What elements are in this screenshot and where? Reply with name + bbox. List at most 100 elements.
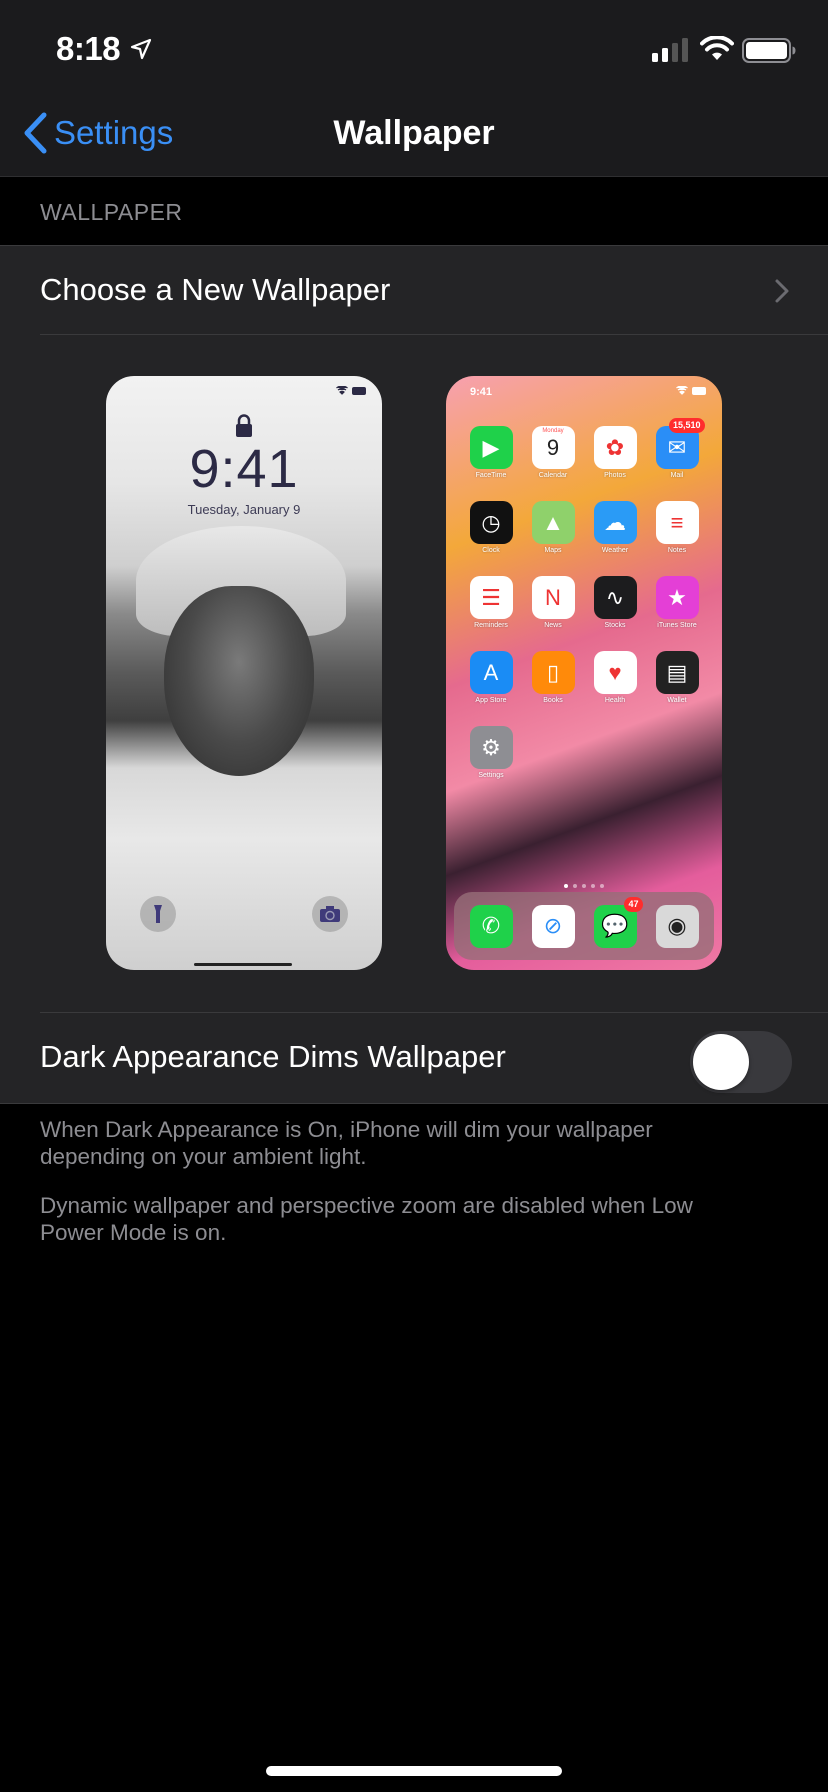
cellular-signal-icon <box>652 38 688 62</box>
notes-icon: ≡ <box>655 501 699 544</box>
phone-icon: ✆ <box>469 904 513 948</box>
app-label: Reminders <box>474 622 508 629</box>
lock-screen-preview[interactable]: 9:41 Tuesday, January 9 <box>106 376 382 970</box>
page-dot <box>591 884 595 888</box>
lock-preview-date: Tuesday, January 9 <box>187 502 301 517</box>
calendar-icon: 9 Monday <box>531 426 575 469</box>
app-label: News <box>544 622 562 629</box>
weather-icon: ☁ <box>593 501 637 544</box>
app-label: Clock <box>482 547 500 554</box>
notification-badge: 15,510 <box>668 418 705 433</box>
app-label: Settings <box>478 772 504 779</box>
battery-icon <box>692 386 706 395</box>
dark-appearance-dims-toggle[interactable] <box>690 1031 792 1093</box>
clock-icon: ◷ <box>469 501 513 544</box>
app-label: Calendar <box>538 472 568 479</box>
app-store-icon: A <box>469 651 513 694</box>
toggle-knob <box>693 1034 749 1090</box>
page-dot <box>564 884 568 888</box>
app-label: FaceTime <box>475 472 507 479</box>
wifi-icon <box>676 386 688 395</box>
settings-icon: ⚙ <box>469 726 513 769</box>
navigation-bar: Settings Wallpaper <box>0 100 828 177</box>
wallpaper-group: Choose a New Wallpaper 9:41 Tuesday, Jan… <box>0 246 828 1103</box>
status-bar: 8:18 <box>0 0 828 100</box>
app-label: Weather <box>601 547 629 554</box>
app-mail: ✉ 15,510 Mail <box>646 418 708 479</box>
app-photos: ✿ Photos <box>584 426 646 479</box>
page-title: Wallpaper <box>333 114 495 152</box>
location-arrow-icon <box>130 38 152 60</box>
maps-icon: ▲ <box>531 501 575 544</box>
notification-badge: 47 <box>624 896 643 912</box>
lock-preview-time: 9:41 <box>189 439 299 499</box>
app-facetime: ▶ FaceTime <box>460 426 522 479</box>
app-messages: 💬 47 <box>593 896 643 948</box>
books-icon: ▯ <box>531 651 575 694</box>
reminders-icon: ☰ <box>469 576 513 619</box>
app-label: Health <box>604 697 626 704</box>
page-dot <box>600 884 604 888</box>
app-label: Wallet <box>667 697 687 704</box>
app-health: ♥ Health <box>584 651 646 704</box>
messages-icon: 💬 47 <box>593 896 643 948</box>
app-itunes-store: ★ iTunes Store <box>646 576 708 629</box>
app-stocks: ∿ Stocks <box>584 576 646 629</box>
safari-icon: ⊘ <box>531 904 575 948</box>
app-app-store: A App Store <box>460 651 522 704</box>
low-power-note: Dynamic wallpaper and perspective zoom a… <box>40 1193 693 1245</box>
lock-preview-home-indicator <box>194 963 292 966</box>
page-dot <box>573 884 577 888</box>
battery-icon <box>742 38 796 63</box>
app-label: App Store <box>475 697 507 704</box>
home-dock: ✆ ⊘ 💬 47 ◉ <box>454 892 714 960</box>
wifi-icon <box>700 36 734 60</box>
wallpaper-photo-face <box>164 586 314 776</box>
section-header-label: WALLPAPER <box>40 199 183 225</box>
status-time: 8:18 <box>56 30 121 67</box>
app-safari: ⊘ <box>531 904 575 948</box>
app-camera: ◉ <box>655 904 699 948</box>
mail-icon: ✉ 15,510 <box>655 418 705 469</box>
home-indicator[interactable] <box>266 1766 562 1776</box>
dark-appearance-note: When Dark Appearance is On, iPhone will … <box>40 1117 653 1169</box>
dark-appearance-dims-row: Dark Appearance Dims Wallpaper <box>0 1013 828 1103</box>
dark-appearance-dims-label: Dark Appearance Dims Wallpaper <box>40 1039 506 1074</box>
app-notes: ≡ Notes <box>646 501 708 554</box>
itunes-store-icon: ★ <box>655 576 699 619</box>
choose-new-wallpaper-label: Choose a New Wallpaper <box>40 272 391 307</box>
page-dot <box>582 884 586 888</box>
stocks-icon: ∿ <box>593 576 637 619</box>
chevron-right-icon <box>775 279 789 303</box>
app-clock: ◷ Clock <box>460 501 522 554</box>
section-header: WALLPAPER <box>0 177 828 246</box>
camera-icon: ◉ <box>655 904 699 948</box>
facetime-icon: ▶ <box>469 426 513 469</box>
choose-new-wallpaper-row[interactable]: Choose a New Wallpaper <box>0 246 828 334</box>
app-weather: ☁ Weather <box>584 501 646 554</box>
app-label: Stocks <box>604 622 626 629</box>
page-indicator <box>446 884 722 888</box>
news-icon: N <box>531 576 575 619</box>
home-screen-preview[interactable]: 9:41 ▶ FaceTime 9 Monday Calendar ✿ Photos ✉ 15,… <box>446 376 722 970</box>
separator <box>40 334 828 335</box>
wallet-icon: ▤ <box>655 651 699 694</box>
app-label: Mail <box>670 472 684 479</box>
app-news: N News <box>522 576 584 629</box>
app-wallet: ▤ Wallet <box>646 651 708 704</box>
home-app-grid: ▶ FaceTime 9 Monday Calendar ✿ Photos ✉ 15,510 Ma… <box>460 418 708 779</box>
photos-icon: ✿ <box>593 426 637 469</box>
health-icon: ♥ <box>593 651 637 694</box>
calendar-weekday: Monday <box>542 428 564 434</box>
app-label: iTunes Store <box>657 622 697 629</box>
wifi-icon <box>336 386 348 395</box>
app-books: ▯ Books <box>522 651 584 704</box>
app-label: Notes <box>667 547 687 554</box>
lock-preview-status <box>336 386 368 395</box>
app-label: Books <box>543 697 563 704</box>
home-preview-time: 9:41 <box>470 386 493 398</box>
home-preview-status <box>676 386 708 395</box>
separator <box>0 1103 828 1104</box>
app-calendar: 9 Monday Calendar <box>522 426 584 479</box>
app-reminders: ☰ Reminders <box>460 576 522 629</box>
